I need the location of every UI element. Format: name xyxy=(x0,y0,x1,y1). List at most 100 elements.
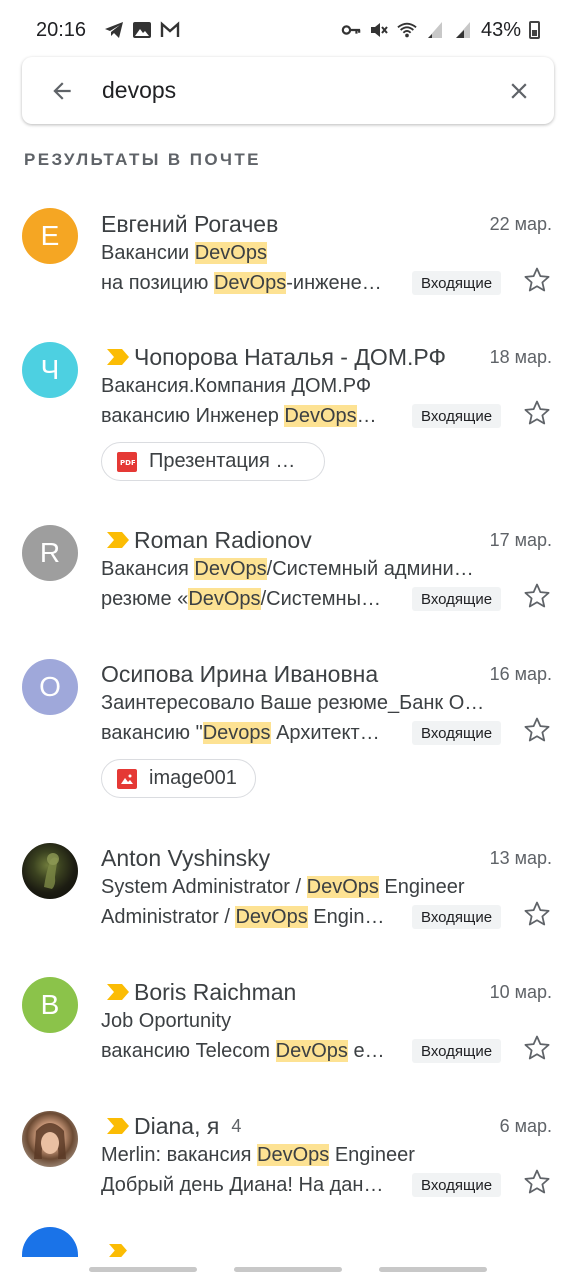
email-snippet: резюме «DevOps/Системны… xyxy=(101,588,381,610)
sender-line: Diana, я 4 6 мар. xyxy=(101,1111,552,1141)
star-icon[interactable] xyxy=(522,265,552,295)
image-icon xyxy=(117,768,137,789)
email-date: 13 мар. xyxy=(489,847,552,868)
star-icon[interactable] xyxy=(522,899,552,929)
clear-search-button[interactable] xyxy=(484,57,554,124)
status-bar: 20:16 43% xyxy=(0,0,576,60)
attachment-chip[interactable]: image001 xyxy=(101,759,256,798)
clock: 20:16 xyxy=(36,18,87,41)
label-inbox: Входящие xyxy=(412,587,502,611)
star-icon[interactable] xyxy=(522,398,552,428)
email-snippet: вакансию Telecom DevOps e… xyxy=(101,1040,385,1062)
signal-icon-sim2 xyxy=(455,22,470,38)
email-subject: Вакансия DevOps/Системный админи… xyxy=(101,558,474,580)
email-snippet: вакансию Инженер DevOps… xyxy=(101,405,377,427)
sender-line: Boris Raichman 10 мар. xyxy=(101,977,552,1007)
navigation-bar xyxy=(0,1258,576,1280)
label-inbox: Входящие xyxy=(412,905,502,929)
email-row[interactable]: Diana, я 4 6 мар. Merlin: вакансия DevOp… xyxy=(0,1093,576,1227)
svg-text:PDF: PDF xyxy=(120,459,135,467)
status-bar-left: 20:16 xyxy=(36,19,180,42)
star-icon[interactable] xyxy=(522,1167,552,1197)
nav-back-button[interactable] xyxy=(379,1266,488,1272)
email-subject: Заинтересовало Ваше резюме_Банк О… xyxy=(101,692,485,714)
avatar: B xyxy=(22,977,78,1033)
star-icon[interactable] xyxy=(522,1033,552,1063)
email-snippet: на позицию DevOps-инжене… xyxy=(101,272,382,294)
attachment-name: image001 xyxy=(149,767,237,789)
avatar: Е xyxy=(22,208,78,264)
email-row[interactable]: Anton Vyshinsky 13 мар. System Administr… xyxy=(0,825,576,959)
wifi-icon xyxy=(397,22,417,38)
key-icon xyxy=(341,25,361,35)
label-inbox: Входящие xyxy=(412,271,502,295)
sender-line: Anton Vyshinsky 13 мар. xyxy=(101,843,552,873)
nav-recents-button[interactable] xyxy=(88,1266,197,1272)
search-bar xyxy=(22,57,554,124)
sender-name: Чопорова Наталья - ДОМ.РФ xyxy=(134,343,446,370)
sender-name: Roman Radionov xyxy=(134,526,312,553)
label-inbox: Входящие xyxy=(412,404,502,428)
importance-marker-icon xyxy=(107,532,129,548)
sender-line: Roman Radionov 17 мар. xyxy=(101,525,552,555)
attachment-chip[interactable]: PDF Презентация … xyxy=(101,442,325,481)
back-button[interactable] xyxy=(22,57,102,124)
importance-marker-icon xyxy=(107,984,129,1000)
email-date: 6 мар. xyxy=(499,1115,552,1136)
importance-marker-icon xyxy=(109,1244,127,1257)
importance-marker-icon xyxy=(107,349,129,365)
star-icon[interactable] xyxy=(522,581,552,611)
gmail-icon xyxy=(160,21,180,37)
email-date: 17 мар. xyxy=(489,529,552,550)
close-icon xyxy=(511,82,527,99)
email-date: 16 мар. xyxy=(489,663,552,684)
telegram-icon xyxy=(105,22,124,38)
star-icon[interactable] xyxy=(522,715,552,745)
search-input[interactable] xyxy=(102,77,484,104)
avatar: О xyxy=(22,659,78,715)
avatar: Ч xyxy=(22,342,78,398)
email-date: 10 мар. xyxy=(489,981,552,1002)
sender-name: Евгений Рогачев xyxy=(101,210,279,237)
sender-name: Diana, я xyxy=(134,1112,220,1139)
battery-percentage: 43% xyxy=(480,18,521,41)
mute-icon xyxy=(370,23,388,37)
label-inbox: Входящие xyxy=(412,1173,502,1197)
nav-home-button[interactable] xyxy=(233,1266,342,1272)
attachment-name: Презентация … xyxy=(149,450,296,472)
email-snippet: Administrator / DevOps Engin… xyxy=(101,906,385,928)
email-row[interactable]: Ч Чопорова Наталья - ДОМ.РФ 18 мар. Вака… xyxy=(0,324,576,507)
email-row[interactable]: О Осипова Ирина Ивановна 16 мар. Заинтер… xyxy=(0,641,576,825)
label-inbox: Входящие xyxy=(412,1039,502,1063)
email-date: 18 мар. xyxy=(489,346,552,367)
pdf-icon: PDF xyxy=(117,451,137,472)
sender-line: Чопорова Наталья - ДОМ.РФ 18 мар. xyxy=(101,342,552,372)
email-date: 22 мар. xyxy=(489,213,552,234)
avatar-photo-icon xyxy=(34,1123,66,1159)
avatar xyxy=(22,1227,78,1257)
email-subject: Job Oportunity xyxy=(101,1010,232,1032)
sender-line: Евгений Рогачев 22 мар. xyxy=(101,209,552,239)
thread-count: 4 xyxy=(231,1115,242,1136)
email-subject: Вакансия.Компания ДОМ.РФ xyxy=(101,375,372,397)
sender-line: Осипова Ирина Ивановна 16 мар. xyxy=(101,659,552,689)
gallery-icon xyxy=(133,22,152,38)
sender-name: Boris Raichman xyxy=(134,978,297,1005)
email-subject: Merlin: вакансия DevOps Engineer xyxy=(101,1144,415,1166)
importance-marker-icon xyxy=(107,1118,129,1134)
email-row[interactable]: R Roman Radionov 17 мар. Вакансия DevOps… xyxy=(0,507,576,641)
status-bar-right: 43% xyxy=(341,19,540,42)
email-row[interactable]: B Boris Raichman 10 мар. Job Oportunity … xyxy=(0,959,576,1093)
email-subject: Вакансии DevOps xyxy=(101,242,267,264)
email-list: Е Евгений Рогачев 22 мар. Вакансии DevOp… xyxy=(0,190,576,1267)
sender-name: Anton Vyshinsky xyxy=(101,844,271,871)
arrow-back-icon xyxy=(53,81,71,100)
label-inbox: Входящие xyxy=(412,721,502,745)
email-snippet: вакансию "Devops Архитект… xyxy=(101,722,380,744)
sender-name: Осипова Ирина Ивановна xyxy=(101,660,379,687)
email-row[interactable]: Е Евгений Рогачев 22 мар. Вакансии DevOp… xyxy=(0,190,576,324)
avatar-photo-icon xyxy=(44,853,59,889)
avatar xyxy=(22,1111,78,1167)
battery-icon xyxy=(529,21,540,39)
avatar xyxy=(22,843,78,899)
